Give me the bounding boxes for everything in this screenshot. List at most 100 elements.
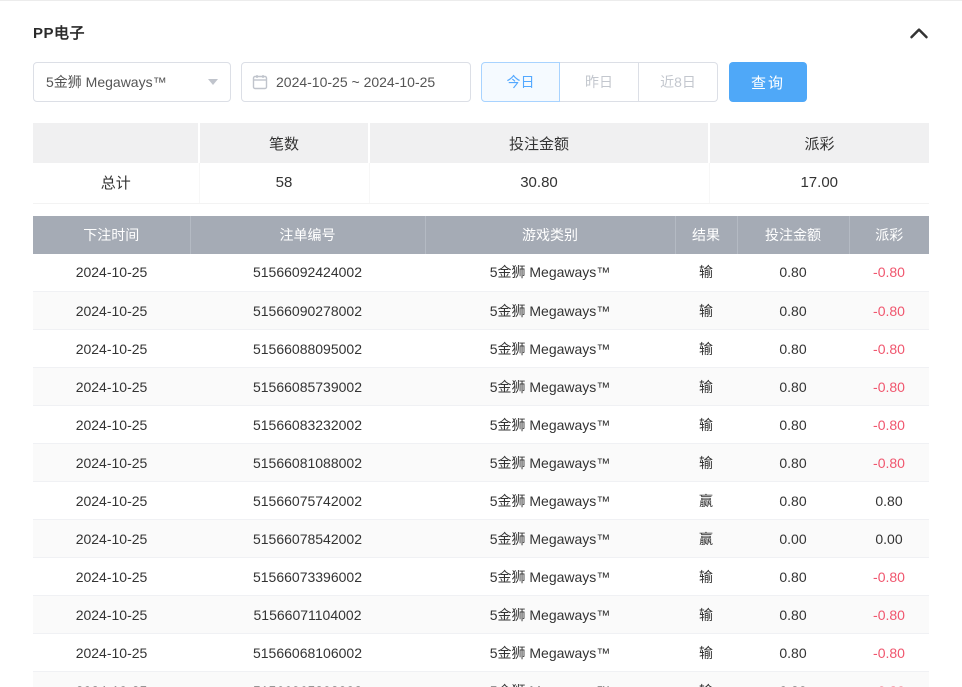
cell-bet-amount: 0.80 — [737, 482, 849, 520]
panel-header: PP电子 — [33, 1, 929, 62]
table-row: 2024-10-25 51566090278002 5金狮 Megaways™ … — [33, 292, 929, 330]
summary-header-count: 笔数 — [199, 123, 369, 163]
collapse-chevron-icon[interactable] — [909, 26, 929, 40]
cell-order-id: 51566081088002 — [190, 444, 425, 482]
cell-bet-time: 2024-10-25 — [33, 444, 190, 482]
bet-table: 下注时间 注单编号 游戏类别 结果 投注金额 派彩 2024-10-25 515… — [33, 216, 929, 687]
cell-bet-amount: 0.80 — [737, 292, 849, 330]
summary-header-payout: 派彩 — [709, 123, 929, 163]
summary-header-bet-amount: 投注金额 — [369, 123, 709, 163]
cell-game-type: 5金狮 Megaways™ — [425, 558, 675, 596]
table-row: 2024-10-25 51566065898002 5金狮 Megaways™ … — [33, 672, 929, 687]
cell-game-type: 5金狮 Megaways™ — [425, 520, 675, 558]
date-range-value: 2024-10-25 ~ 2024-10-25 — [276, 74, 435, 90]
cell-bet-time: 2024-10-25 — [33, 672, 190, 687]
cell-result: 输 — [675, 596, 737, 634]
cell-order-id: 51566078542002 — [190, 520, 425, 558]
cell-bet-time: 2024-10-25 — [33, 520, 190, 558]
cell-bet-time: 2024-10-25 — [33, 368, 190, 406]
cell-bet-time: 2024-10-25 — [33, 292, 190, 330]
cell-payout: -0.80 — [849, 292, 929, 330]
summary-header-empty — [33, 123, 199, 163]
date-range-input[interactable]: 2024-10-25 ~ 2024-10-25 — [241, 62, 471, 102]
cell-payout: -0.80 — [849, 596, 929, 634]
summary-total-payout: 17.00 — [709, 163, 929, 203]
cell-payout: 0.80 — [849, 482, 929, 520]
cell-result: 输 — [675, 406, 737, 444]
cell-result: 输 — [675, 444, 737, 482]
cell-result: 输 — [675, 558, 737, 596]
cell-payout: -0.80 — [849, 672, 929, 687]
cell-game-type: 5金狮 Megaways™ — [425, 368, 675, 406]
game-select-value: 5金狮 Megaways™ — [46, 72, 167, 92]
cell-bet-amount: 0.80 — [737, 634, 849, 672]
cell-game-type: 5金狮 Megaways™ — [425, 482, 675, 520]
filter-row: 5金狮 Megaways™ 2024-10-25 ~ 2024-10-25 今日… — [33, 62, 929, 102]
cell-game-type: 5金狮 Megaways™ — [425, 406, 675, 444]
quick-button-yesterday[interactable]: 昨日 — [560, 62, 639, 102]
cell-bet-amount: 0.80 — [737, 254, 849, 292]
cell-result: 输 — [675, 672, 737, 687]
cell-order-id: 51566075742002 — [190, 482, 425, 520]
cell-bet-amount: 0.00 — [737, 520, 849, 558]
cell-bet-time: 2024-10-25 — [33, 558, 190, 596]
cell-bet-amount: 0.80 — [737, 368, 849, 406]
cell-result: 输 — [675, 254, 737, 292]
cell-result: 赢 — [675, 520, 737, 558]
table-row: 2024-10-25 51566073396002 5金狮 Megaways™ … — [33, 558, 929, 596]
cell-order-id: 51566085739002 — [190, 368, 425, 406]
cell-bet-time: 2024-10-25 — [33, 482, 190, 520]
cell-bet-amount: 0.80 — [737, 596, 849, 634]
col-header-game-type: 游戏类别 — [425, 216, 675, 254]
cell-game-type: 5金狮 Megaways™ — [425, 254, 675, 292]
cell-payout: -0.80 — [849, 254, 929, 292]
bet-table-header-row: 下注时间 注单编号 游戏类别 结果 投注金额 派彩 — [33, 216, 929, 254]
table-row: 2024-10-25 51566088095002 5金狮 Megaways™ … — [33, 330, 929, 368]
cell-game-type: 5金狮 Megaways™ — [425, 330, 675, 368]
table-row: 2024-10-25 51566068106002 5金狮 Megaways™ … — [33, 634, 929, 672]
summary-total-count: 58 — [199, 163, 369, 203]
cell-payout: -0.80 — [849, 330, 929, 368]
quick-button-today[interactable]: 今日 — [481, 62, 560, 102]
cell-order-id: 51566088095002 — [190, 330, 425, 368]
table-row: 2024-10-25 51566085739002 5金狮 Megaways™ … — [33, 368, 929, 406]
cell-bet-amount: 0.80 — [737, 558, 849, 596]
table-row: 2024-10-25 51566092424002 5金狮 Megaways™ … — [33, 254, 929, 292]
cell-game-type: 5金狮 Megaways™ — [425, 444, 675, 482]
cell-order-id: 51566065898002 — [190, 672, 425, 687]
cell-payout: -0.80 — [849, 444, 929, 482]
summary-total-label: 总计 — [33, 163, 199, 203]
quick-button-last8days[interactable]: 近8日 — [639, 62, 718, 102]
cell-order-id: 51566092424002 — [190, 254, 425, 292]
col-header-bet-amount: 投注金额 — [737, 216, 849, 254]
game-select[interactable]: 5金狮 Megaways™ — [33, 62, 231, 102]
cell-game-type: 5金狮 Megaways™ — [425, 634, 675, 672]
page-title: PP电子 — [33, 22, 85, 43]
cell-bet-amount: 0.80 — [737, 444, 849, 482]
col-header-bet-time: 下注时间 — [33, 216, 190, 254]
query-button[interactable]: 查询 — [729, 62, 807, 102]
cell-bet-amount: 0.80 — [737, 330, 849, 368]
col-header-order-id: 注单编号 — [190, 216, 425, 254]
cell-payout: -0.80 — [849, 368, 929, 406]
table-row: 2024-10-25 51566078542002 5金狮 Megaways™ … — [33, 520, 929, 558]
table-row: 2024-10-25 51566071104002 5金狮 Megaways™ … — [33, 596, 929, 634]
cell-payout: -0.80 — [849, 406, 929, 444]
calendar-icon — [252, 74, 268, 90]
cell-bet-time: 2024-10-25 — [33, 254, 190, 292]
bet-table-body: 2024-10-25 51566092424002 5金狮 Megaways™ … — [33, 254, 929, 687]
summary-table: 笔数 投注金额 派彩 总计 58 30.80 17.00 — [33, 123, 929, 204]
cell-order-id: 51566083232002 — [190, 406, 425, 444]
summary-header-row: 笔数 投注金额 派彩 — [33, 123, 929, 163]
cell-order-id: 51566071104002 — [190, 596, 425, 634]
cell-bet-time: 2024-10-25 — [33, 634, 190, 672]
cell-bet-time: 2024-10-25 — [33, 596, 190, 634]
cell-order-id: 51566090278002 — [190, 292, 425, 330]
chevron-down-icon — [208, 79, 218, 85]
cell-bet-amount: 0.80 — [737, 672, 849, 687]
pp-electronic-panel: PP电子 5金狮 Megaways™ 2024-10-25 ~ 2024-10-… — [0, 1, 962, 687]
cell-game-type: 5金狮 Megaways™ — [425, 292, 675, 330]
cell-bet-time: 2024-10-25 — [33, 406, 190, 444]
cell-result: 输 — [675, 368, 737, 406]
cell-result: 输 — [675, 634, 737, 672]
